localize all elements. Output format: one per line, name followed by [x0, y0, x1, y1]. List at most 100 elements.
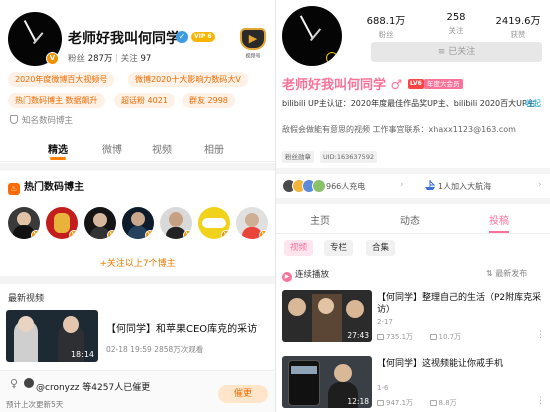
weibo-username: 老师好我叫何同学	[68, 31, 180, 47]
thumbnail-figure	[18, 316, 34, 332]
certification-text: bilibili UP主认证：2020年度最佳作品奖UP主、bilibili 2…	[282, 99, 535, 108]
verified-v-icon: V	[183, 230, 192, 239]
sort-label: 最新发布	[495, 269, 528, 278]
followed-button[interactable]: ≡ 已关注	[371, 42, 542, 62]
stat-following[interactable]: 258 关注	[426, 12, 486, 36]
stat-likes[interactable]: 2419.6万 获赞	[488, 12, 548, 40]
tab-submissions[interactable]: 投稿	[469, 212, 529, 227]
follow-count[interactable]: 97	[140, 54, 151, 64]
tab-album[interactable]: 相册	[204, 141, 224, 156]
supporter-avatar	[312, 179, 326, 193]
play-icon: ▶	[282, 272, 292, 282]
honor-tag[interactable]: 群友 2998	[182, 93, 235, 108]
urge-count-text: @cronyzz 等4257人已催更	[36, 383, 151, 393]
fleet-icon	[424, 179, 436, 194]
blogger-avatar[interactable]: V	[236, 207, 268, 239]
thumbnail-figure	[334, 364, 352, 382]
section-divider	[0, 276, 275, 284]
video-duration: 12:18	[347, 397, 369, 406]
weibo-profile-panel: V 老师好我叫何同学 ✓ VIP 6 粉丝 287万 | 关注 97 ▶ 视频号…	[0, 0, 275, 412]
video-title[interactable]: 【何同学】和苹果CEO库克的采访	[106, 320, 257, 335]
thumbnail-figure	[288, 298, 306, 316]
next-update-hint: 预计上次更新5天	[6, 400, 64, 409]
video-thumbnail[interactable]: 12:18	[282, 356, 372, 408]
honor-tag[interactable]: 热门数码博主 数据飙升	[8, 93, 105, 108]
tab-home[interactable]: 主页	[290, 212, 350, 227]
filter-column[interactable]: 专栏	[324, 240, 354, 256]
blogger-avatar[interactable]: V	[122, 207, 154, 239]
video-thumbnail[interactable]: 18:14	[6, 310, 98, 362]
blogger-avatar[interactable]: V	[8, 207, 40, 239]
autoplay-label: 连续播放	[295, 270, 330, 280]
charge-count[interactable]: 966人充电	[326, 181, 365, 192]
honor-tag[interactable]: 微博2020十大影响力数码大V	[128, 72, 248, 87]
verified-v-icon: V	[221, 230, 230, 239]
fan-medal-chip[interactable]: 粉丝勋章	[282, 151, 314, 163]
uid-chip[interactable]: UID:163637592	[320, 151, 378, 163]
tab-weibo[interactable]: 微博	[102, 141, 122, 156]
urge-update-button[interactable]: 催更	[218, 385, 268, 403]
bilibili-avatar[interactable]	[282, 6, 342, 66]
stat-label: 关注	[448, 26, 464, 35]
thumbnail-figure	[291, 366, 317, 374]
verified-v-icon: V	[107, 230, 116, 239]
play-count-icon	[377, 334, 384, 340]
fans-count[interactable]: 287万	[88, 54, 113, 64]
danmaku-icon	[429, 334, 437, 340]
autoplay-toggle[interactable]: ▶ 连续播放	[282, 268, 329, 282]
stat-fans[interactable]: 688.1万 粉丝	[356, 12, 416, 40]
sort-dropdown[interactable]: ⇅ 最新发布	[486, 268, 527, 279]
more-options-icon[interactable]: ⋮	[536, 330, 545, 340]
filter-collection[interactable]: 合集	[366, 240, 396, 256]
play-count-icon	[377, 400, 384, 406]
follow-all-bloggers-button[interactable]: +关注以上7个博主	[0, 256, 275, 269]
hot-bloggers-title: 热门数码博主	[24, 182, 84, 193]
video-account-badge[interactable]: ▶ 视频号	[240, 28, 266, 59]
fleet-count[interactable]: 1人加入大航海	[438, 181, 491, 192]
stat-value: 688.1万	[366, 16, 406, 27]
tab-featured[interactable]: 精选	[48, 141, 68, 156]
bilibili-profile-panel: 688.1万 粉丝 258 关注 2419.6万 获赞 ≡ 已关注 老师好我叫何…	[276, 0, 550, 412]
fans-label: 粉丝	[68, 54, 86, 64]
blogger-avatar[interactable]: V	[160, 207, 192, 239]
danmaku-count: 8.8万	[438, 399, 457, 407]
bilibili-tab-bar: 主页 动态 投稿	[276, 204, 550, 234]
more-options-icon[interactable]: ⋮	[536, 396, 545, 406]
filter-video[interactable]: 视频	[284, 240, 314, 256]
known-as-text: 知名数码博主	[22, 116, 74, 126]
stat-value: 2419.6万	[495, 16, 541, 27]
video-meta: 02-18 19:59 2858万次观看	[106, 345, 204, 354]
blogger-avatar[interactable]: V	[84, 207, 116, 239]
honor-tag[interactable]: 2020年度微博百大视频号	[8, 72, 115, 87]
play-count: 947.1万	[386, 399, 414, 407]
section-divider	[276, 168, 550, 174]
bilibili-username: 老师好我叫何同学 ♂	[282, 78, 403, 93]
sort-icon: ⇅	[486, 269, 496, 278]
video-thumbnail[interactable]: 27:43	[282, 290, 372, 342]
video-account-caption: 视频号	[245, 53, 261, 60]
blogger-avatar[interactable]: V	[198, 207, 230, 239]
video-date: 2-17	[377, 318, 393, 326]
tab-dynamic[interactable]: 动态	[380, 212, 440, 227]
verified-v-icon: V	[69, 230, 78, 239]
active-tab-indicator	[489, 231, 509, 233]
user-avatar-small	[24, 378, 34, 388]
play-count: 735.1万	[386, 333, 414, 341]
weibo-verified-v-icon: V	[46, 52, 59, 65]
shield-icon	[10, 115, 18, 124]
hot-bloggers-heading: ♨ 热门数码博主	[8, 178, 84, 195]
chevron-right-icon: ›	[538, 180, 542, 190]
honor-tag[interactable]: 超话粉 4021	[114, 93, 175, 108]
annual-vip-badge: 年度大会员	[424, 79, 463, 89]
video-title[interactable]: 【何同学】整理自己的生活（P2附库克采访）	[377, 292, 545, 316]
thumbnail-figure	[318, 298, 334, 314]
blogger-avatar[interactable]: V	[46, 207, 78, 239]
verified-v-icon: V	[145, 230, 154, 239]
up-certification: bilibili UP主认证：2020年度最佳作品奖UP主、bilibili 2…	[282, 98, 544, 109]
danmaku-icon	[429, 400, 437, 406]
video-title[interactable]: 【何同学】这视频能让你戒手机	[377, 358, 545, 370]
level-badge: LV6	[408, 79, 424, 89]
weibo-tab-bar: 精选 微博 视频 相册	[0, 132, 275, 162]
tab-video[interactable]: 视频	[152, 141, 172, 156]
collapse-link[interactable]: 收起	[525, 98, 541, 109]
